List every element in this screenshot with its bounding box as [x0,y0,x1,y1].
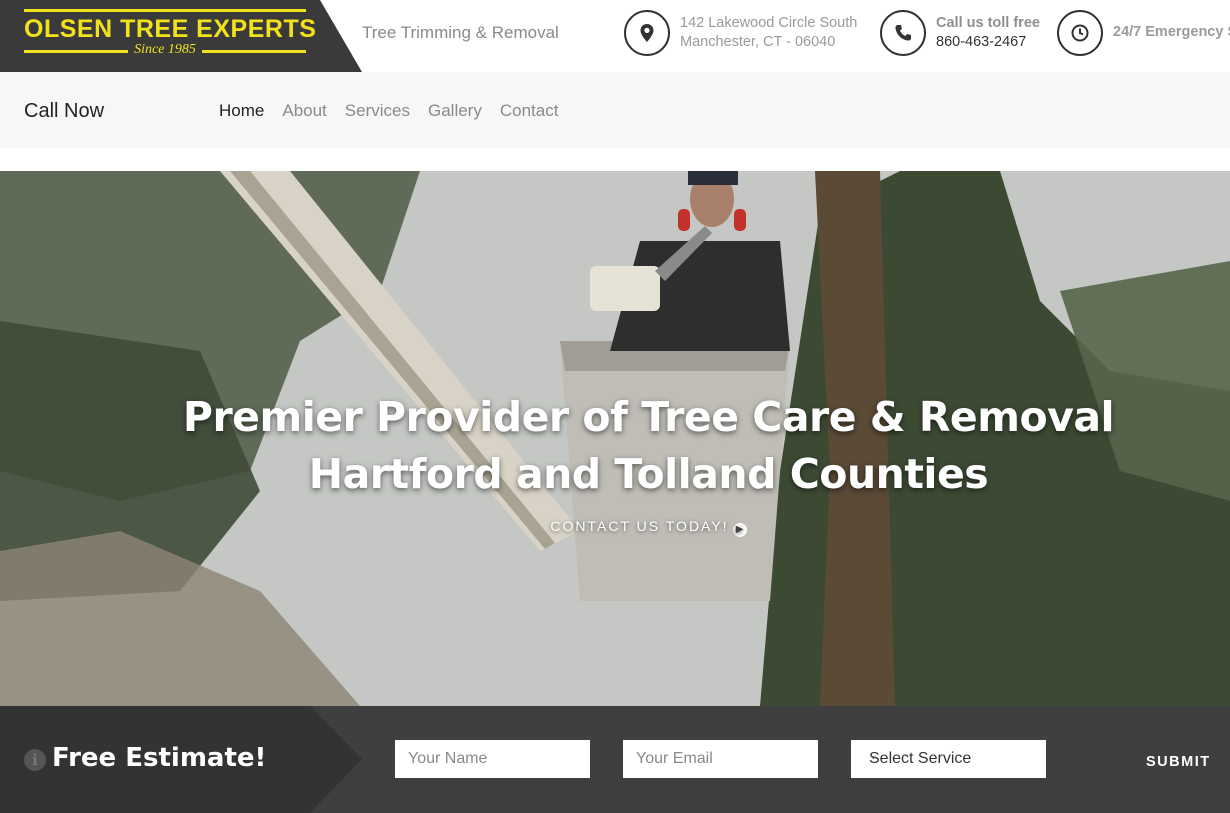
logo-name: OLSEN TREE EXPERTS [24,15,317,43]
email-input[interactable] [623,740,818,778]
hero-title-line2: Hartford and Tolland Counties [308,450,989,498]
logo-rule [202,50,306,53]
nav-item-contact[interactable]: Contact [500,101,559,121]
phone-number[interactable]: 860-463-2467 [936,34,1026,50]
logo[interactable]: OLSEN TREE EXPERTS Since 1985 [24,9,317,59]
nav-item-home[interactable]: Home [219,101,264,121]
logo-panel[interactable]: OLSEN TREE EXPERTS Since 1985 [0,0,362,72]
arrow-circle-right-icon: ▶ [732,523,747,537]
tagline: Tree Trimming & Removal [362,23,559,42]
nav-item-gallery[interactable]: Gallery [428,101,482,121]
logo-since: Since 1985 [134,42,196,57]
chevron-down-icon: ⌄ [869,750,879,762]
info-icon: i [24,749,46,771]
call-now-link[interactable]: Call Now [24,100,104,123]
contact-cta-label: CONTACT US TODAY! [550,518,729,534]
top-header: OLSEN TREE EXPERTS Since 1985 Tree Trimm… [0,0,1230,72]
map-pin-icon [624,10,670,56]
main-nav: Call Now Home About Services Gallery Con… [0,72,1230,148]
nav-menu: Home About Services Gallery Contact [219,101,558,121]
hero-banner: Premier Provider of Tree Care & Removal … [0,171,1230,706]
submit-button[interactable]: SUBMIT [1146,754,1211,770]
address-line2: Manchester, CT - 06040 [680,34,836,50]
clock-icon [1057,10,1103,56]
service-select[interactable]: Select Service ⌄ [851,740,1046,778]
logo-rule [24,50,128,53]
phone-label: Call us toll free [936,15,1040,31]
name-input[interactable] [395,740,590,778]
hero-title-line1: Premier Provider of Tree Care & Removal [182,393,1115,441]
estimate-title: Free Estimate! [52,743,267,773]
phone-icon [880,10,926,56]
free-estimate-bar: i Free Estimate! Select Service ⌄ SUBMIT [0,706,1230,813]
hero-title: Premier Provider of Tree Care & Removal … [0,389,1230,503]
logo-rule [24,9,306,12]
address-line1: 142 Lakewood Circle South [680,15,858,31]
hours-label: 24/7 Emergency S [1113,24,1230,40]
contact-cta-link[interactable]: CONTACT US TODAY! ▶ [0,518,1230,537]
nav-item-about[interactable]: About [282,101,326,121]
nav-item-services[interactable]: Services [345,101,410,121]
